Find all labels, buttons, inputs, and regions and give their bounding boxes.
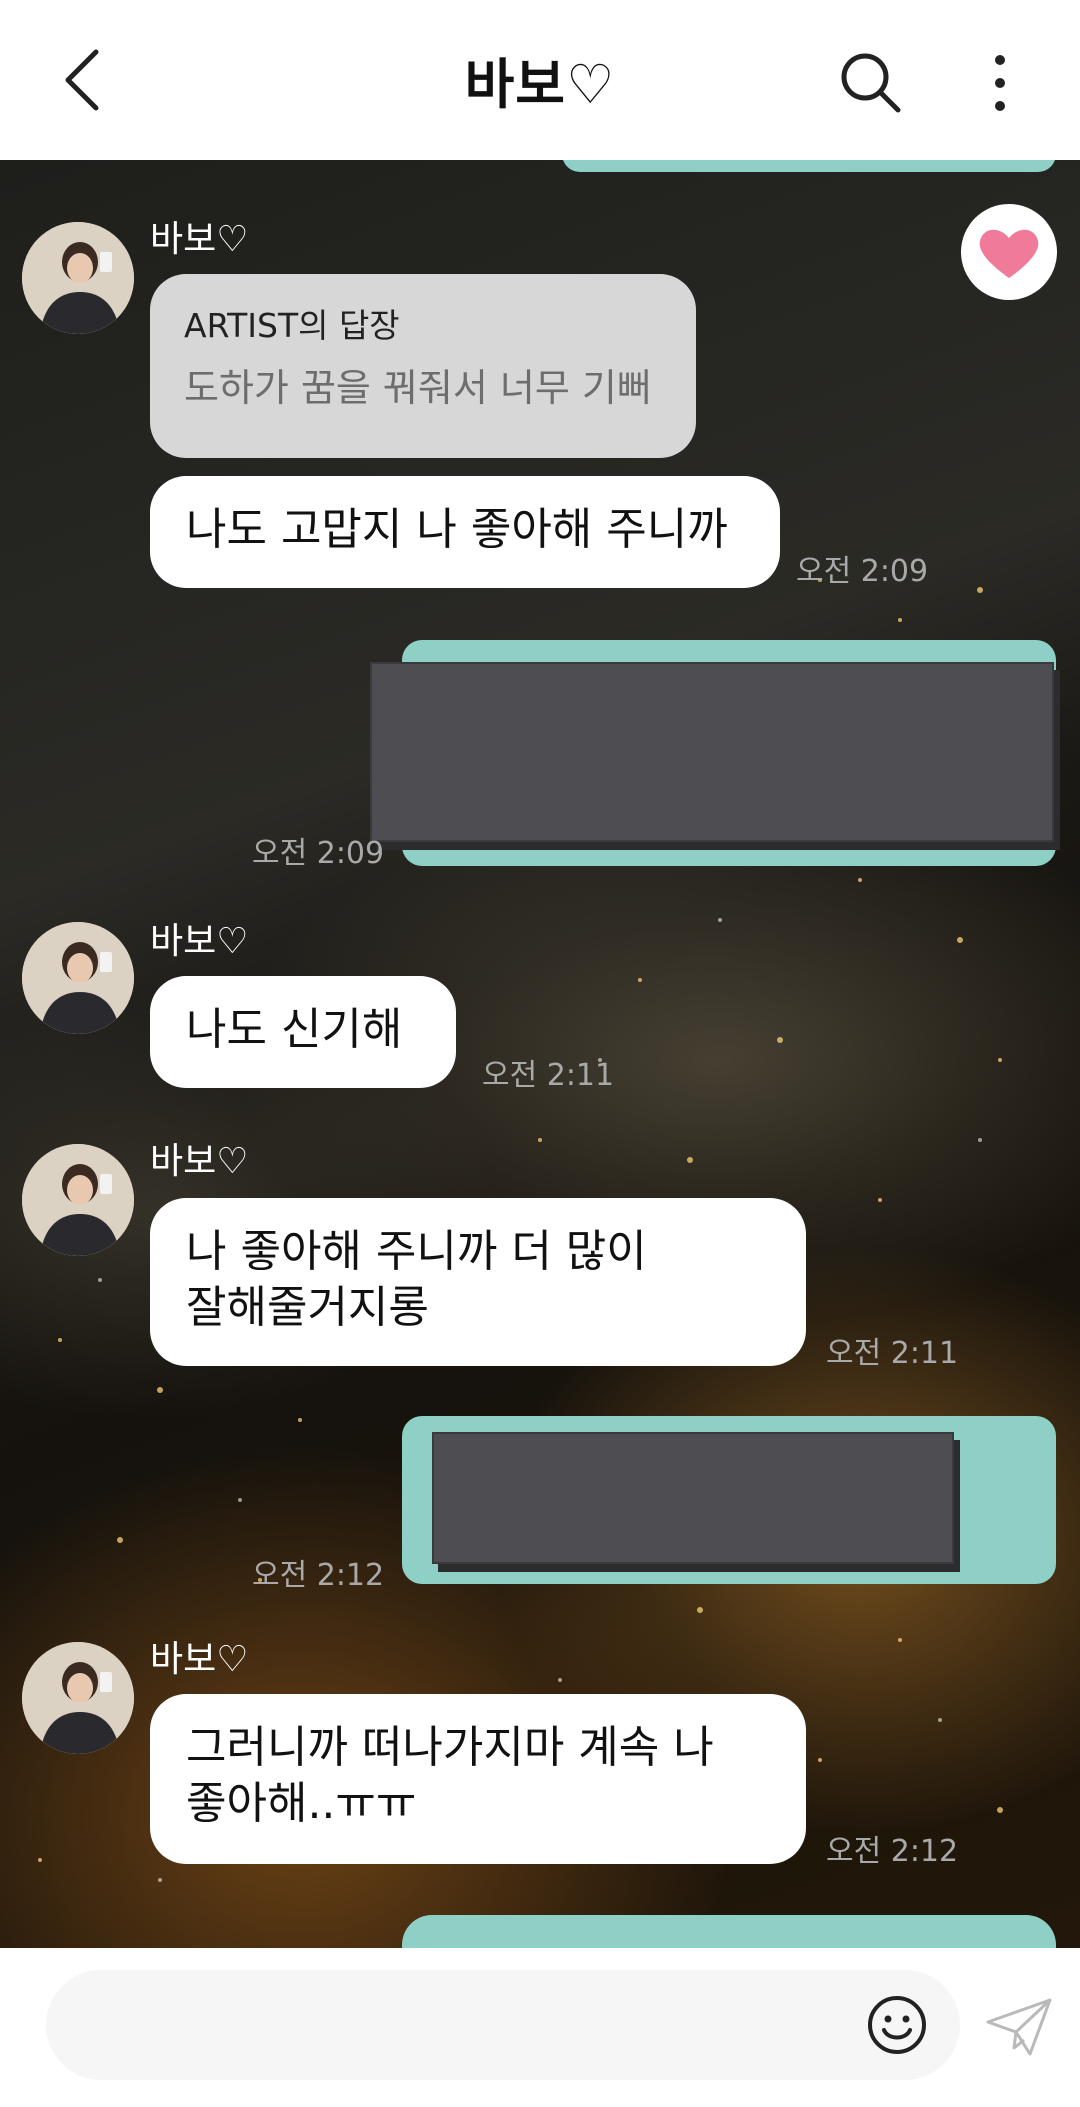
message-input[interactable] xyxy=(46,1970,960,2080)
message-composer xyxy=(0,1948,1080,2107)
message-text-line: 나 좋아해 주니까 더 많이 xyxy=(186,1226,647,1277)
avatar[interactable] xyxy=(22,1642,134,1754)
message-text: 나도 신기해 xyxy=(186,1004,403,1055)
message-bubble[interactable]: 나도 신기해 xyxy=(150,976,456,1088)
message-time: 오전 2:11 xyxy=(826,1336,959,1371)
reply-quoted-text: 도하가 꿈을 꿔줘서 너무 기뻐 xyxy=(184,366,652,410)
message-bubble[interactable]: 나 좋아해 주니까 더 많이 잘해줄거지롱 xyxy=(150,1198,806,1366)
smiley-icon xyxy=(868,1996,926,2054)
chat-title: 바보♡ xyxy=(464,53,616,116)
avatar[interactable] xyxy=(22,922,134,1034)
send-plane-icon xyxy=(986,1998,1052,2056)
sender-name: 바보♡ xyxy=(150,219,249,260)
redacted-block xyxy=(370,662,1054,842)
avatar[interactable] xyxy=(22,1144,134,1256)
profile-photo xyxy=(22,922,134,1034)
profile-photo xyxy=(22,222,134,334)
more-options-button[interactable] xyxy=(980,50,1020,116)
sender-name: 바보♡ xyxy=(150,1639,249,1680)
message-time: 오전 2:12 xyxy=(826,1834,959,1869)
message-bubble[interactable]: 그러니까 떠나가지마 계속 나 좋아해..ㅠㅠ xyxy=(150,1694,806,1864)
chat-area[interactable]: 바보♡ ARTIST의 답장 도하가 꿈을 꿔줘서 너무 기뻐 나도 고맙지 나… xyxy=(0,160,1080,1948)
more-vertical-icon xyxy=(995,55,1005,111)
send-button[interactable] xyxy=(984,1996,1054,2058)
message-text-line: 좋아해..ㅠㅠ xyxy=(186,1778,417,1829)
message-bubble[interactable]: 나도 고맙지 나 좋아해 주니까 xyxy=(150,476,780,588)
emoji-button[interactable] xyxy=(866,1994,928,2056)
profile-photo xyxy=(22,1144,134,1256)
avatar[interactable] xyxy=(22,222,134,334)
message-time: 오전 2:09 xyxy=(252,836,385,871)
message-text-line: 잘해줄거지롱 xyxy=(186,1282,429,1333)
profile-photo xyxy=(22,1642,134,1754)
search-button[interactable] xyxy=(838,50,904,116)
my-message-bubble-partial[interactable] xyxy=(562,160,1056,172)
reply-bubble[interactable]: ARTIST의 답장 도하가 꿈을 꿔줘서 너무 기뻐 xyxy=(150,274,696,458)
like-button[interactable] xyxy=(961,204,1057,300)
sender-name: 바보♡ xyxy=(150,1141,249,1182)
sender-name: 바보♡ xyxy=(150,921,249,962)
message-text: 나도 고맙지 나 좋아해 주니까 xyxy=(186,504,728,555)
message-time: 오전 2:12 xyxy=(252,1558,385,1593)
message-text-line: 그러니까 떠나가지마 계속 나 xyxy=(186,1722,714,1773)
reply-header: ARTIST의 답장 xyxy=(184,306,400,345)
message-time: 오전 2:09 xyxy=(796,554,929,589)
heart-icon xyxy=(979,229,1039,278)
chat-header: 바보♡ xyxy=(0,0,1080,160)
message-time: 오전 2:11 xyxy=(482,1058,615,1093)
redacted-block xyxy=(432,1432,954,1564)
search-icon xyxy=(841,53,901,113)
my-message-bubble-partial[interactable] xyxy=(402,1915,1056,1948)
